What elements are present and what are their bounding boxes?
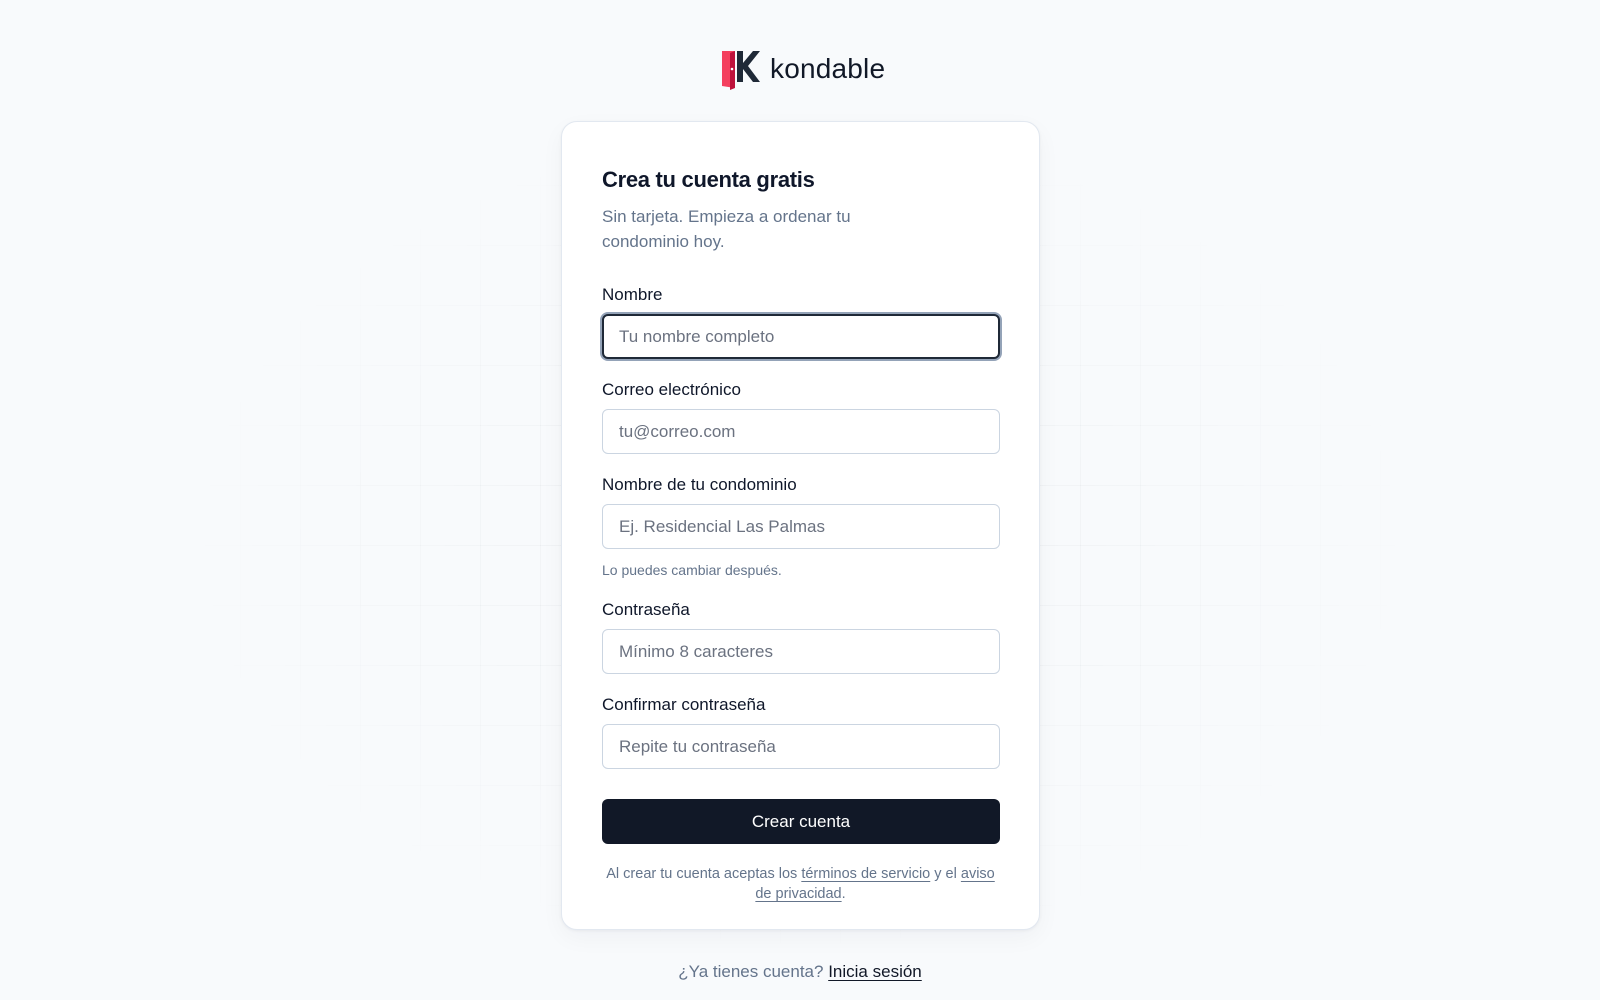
legal-prefix: Al crear tu cuenta aceptas los	[606, 866, 798, 882]
password-label: Contraseña	[602, 600, 690, 619]
field-correo: Correo electrónico	[602, 379, 1000, 454]
login-prompt-text: ¿Ya tienes cuenta?	[678, 962, 824, 981]
nombre-label: Nombre	[602, 285, 663, 304]
signup-form: Nombre Correo electrónico Nombre de tu c…	[602, 284, 1000, 844]
password-input[interactable]	[602, 629, 1000, 674]
email-input[interactable]	[602, 409, 1000, 454]
card-title: Crea tu cuenta gratis	[602, 167, 815, 192]
card-subtitle: Sin tarjeta. Empieza a ordenar tu condom…	[602, 207, 851, 251]
login-link[interactable]: Inicia sesión	[828, 962, 922, 981]
confirm-password-input[interactable]	[602, 724, 1000, 769]
field-password: Contraseña	[602, 599, 1000, 674]
create-account-button[interactable]: Crear cuenta	[602, 799, 1000, 844]
legal-notice: Al crear tu cuenta aceptas los términos …	[602, 864, 999, 904]
field-condominio: Nombre de tu condominio Lo puedes cambia…	[602, 474, 1000, 579]
brand-logo: kondable	[720, 48, 885, 90]
confirm-password-label: Confirmar contraseña	[602, 695, 766, 714]
brand-name: kondable	[770, 53, 886, 84]
login-prompt: ¿Ya tienes cuenta? Inicia sesión	[0, 962, 1600, 982]
nombre-input[interactable]	[602, 314, 1000, 359]
field-nombre: Nombre	[602, 284, 1000, 359]
field-confirm-password: Confirmar contraseña	[602, 694, 1000, 769]
legal-suffix: .	[841, 886, 846, 902]
condominio-hint: Lo puedes cambiar después.	[602, 562, 782, 578]
correo-label: Correo electrónico	[602, 380, 741, 399]
legal-connector: y el	[934, 866, 957, 882]
kondable-logo-icon	[722, 51, 760, 90]
signup-card: Crea tu cuenta gratis Sin tarjeta. Empie…	[561, 121, 1040, 930]
terms-link[interactable]: términos de servicio	[801, 866, 930, 882]
condominio-input[interactable]	[602, 504, 1000, 549]
condominio-label: Nombre de tu condominio	[602, 475, 797, 494]
